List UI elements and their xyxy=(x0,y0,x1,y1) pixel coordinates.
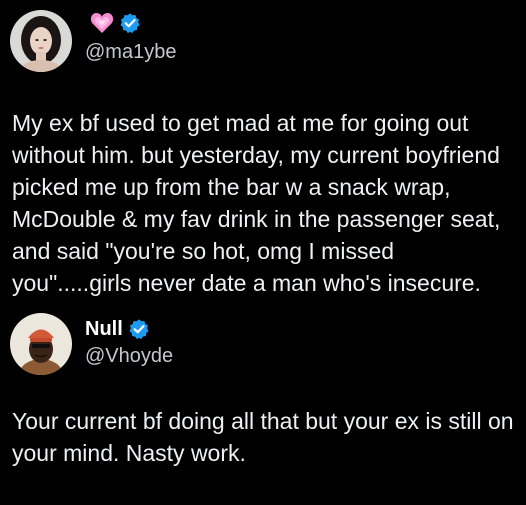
pink-heart-icon xyxy=(90,12,114,34)
display-name[interactable]: Null xyxy=(85,317,123,341)
verified-badge-icon xyxy=(128,318,150,340)
avatar-vhoyde[interactable] xyxy=(10,313,72,375)
verified-badge-icon xyxy=(119,12,141,34)
name-row xyxy=(85,12,141,34)
avatar-ma1ybe[interactable] xyxy=(10,10,72,72)
name-row: Null xyxy=(85,317,150,341)
tweet-text: Your current bf doing all that but your … xyxy=(12,408,514,466)
user-handle[interactable]: @Vhoyde xyxy=(85,344,173,368)
tweet-text: My ex bf used to get mad at me for going… xyxy=(12,110,501,296)
user-handle[interactable]: @ma1ybe xyxy=(85,40,176,64)
